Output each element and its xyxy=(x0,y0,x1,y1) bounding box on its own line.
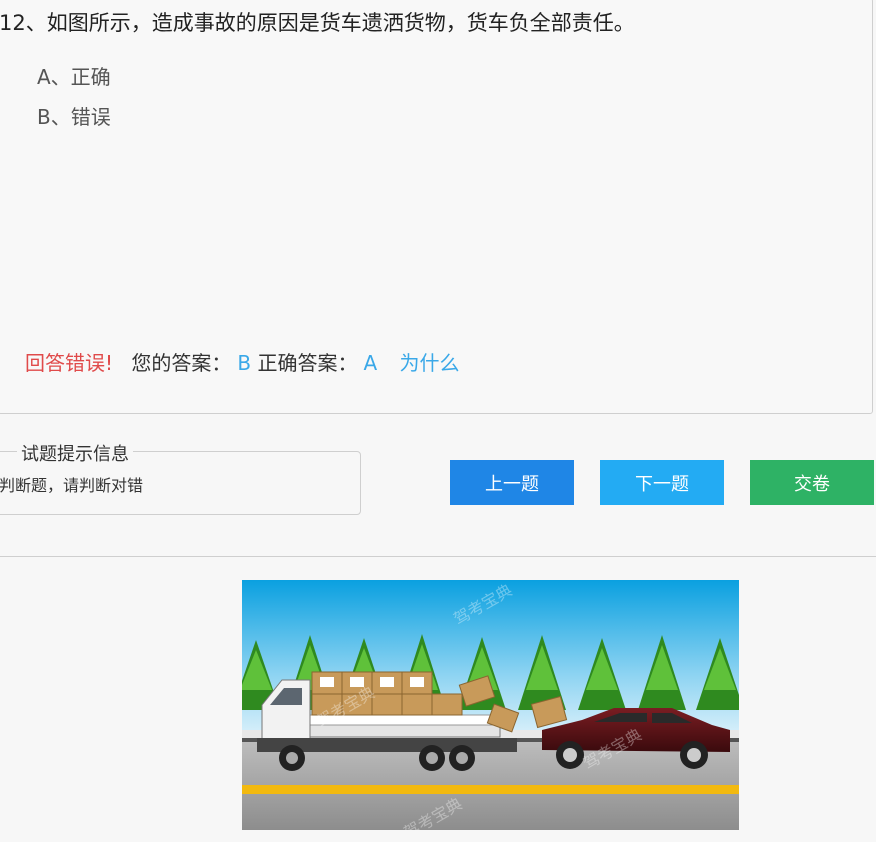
result-status: 回答错误! xyxy=(25,351,114,375)
next-question-button[interactable]: 下一题 xyxy=(600,460,724,505)
option-a[interactable]: A、正确 xyxy=(37,61,111,90)
answer-result: 回答错误! 您的答案： B 正确答案： A 为什么 xyxy=(25,347,460,376)
question-illustration: 驾考宝典 驾考宝典 驾考宝典 驾考宝典 xyxy=(232,580,744,842)
divider xyxy=(0,556,876,557)
hint-title: 试题提示信息 xyxy=(17,440,133,466)
question-text: 12、如图所示，造成事故的原因是货车遗洒货物，货车负全部责任。 xyxy=(0,11,635,35)
hint-box: 试题提示信息 判断题，请判断对错 xyxy=(0,440,361,515)
your-answer-value: B xyxy=(237,351,252,375)
correct-answer-value: A xyxy=(363,351,378,375)
question-panel: 12、如图所示，造成事故的原因是货车遗洒货物，货车负全部责任。 A、正确 B、错… xyxy=(0,0,873,414)
option-b[interactable]: B、错误 xyxy=(37,101,111,130)
your-answer-label: 您的答案： xyxy=(131,351,232,375)
correct-answer-label: 正确答案： xyxy=(257,351,358,375)
hint-text: 判断题，请判断对错 xyxy=(0,476,144,495)
prev-question-button[interactable]: 上一题 xyxy=(450,460,574,505)
submit-exam-button[interactable]: 交卷 xyxy=(750,460,874,505)
why-link[interactable]: 为什么 xyxy=(400,351,460,375)
